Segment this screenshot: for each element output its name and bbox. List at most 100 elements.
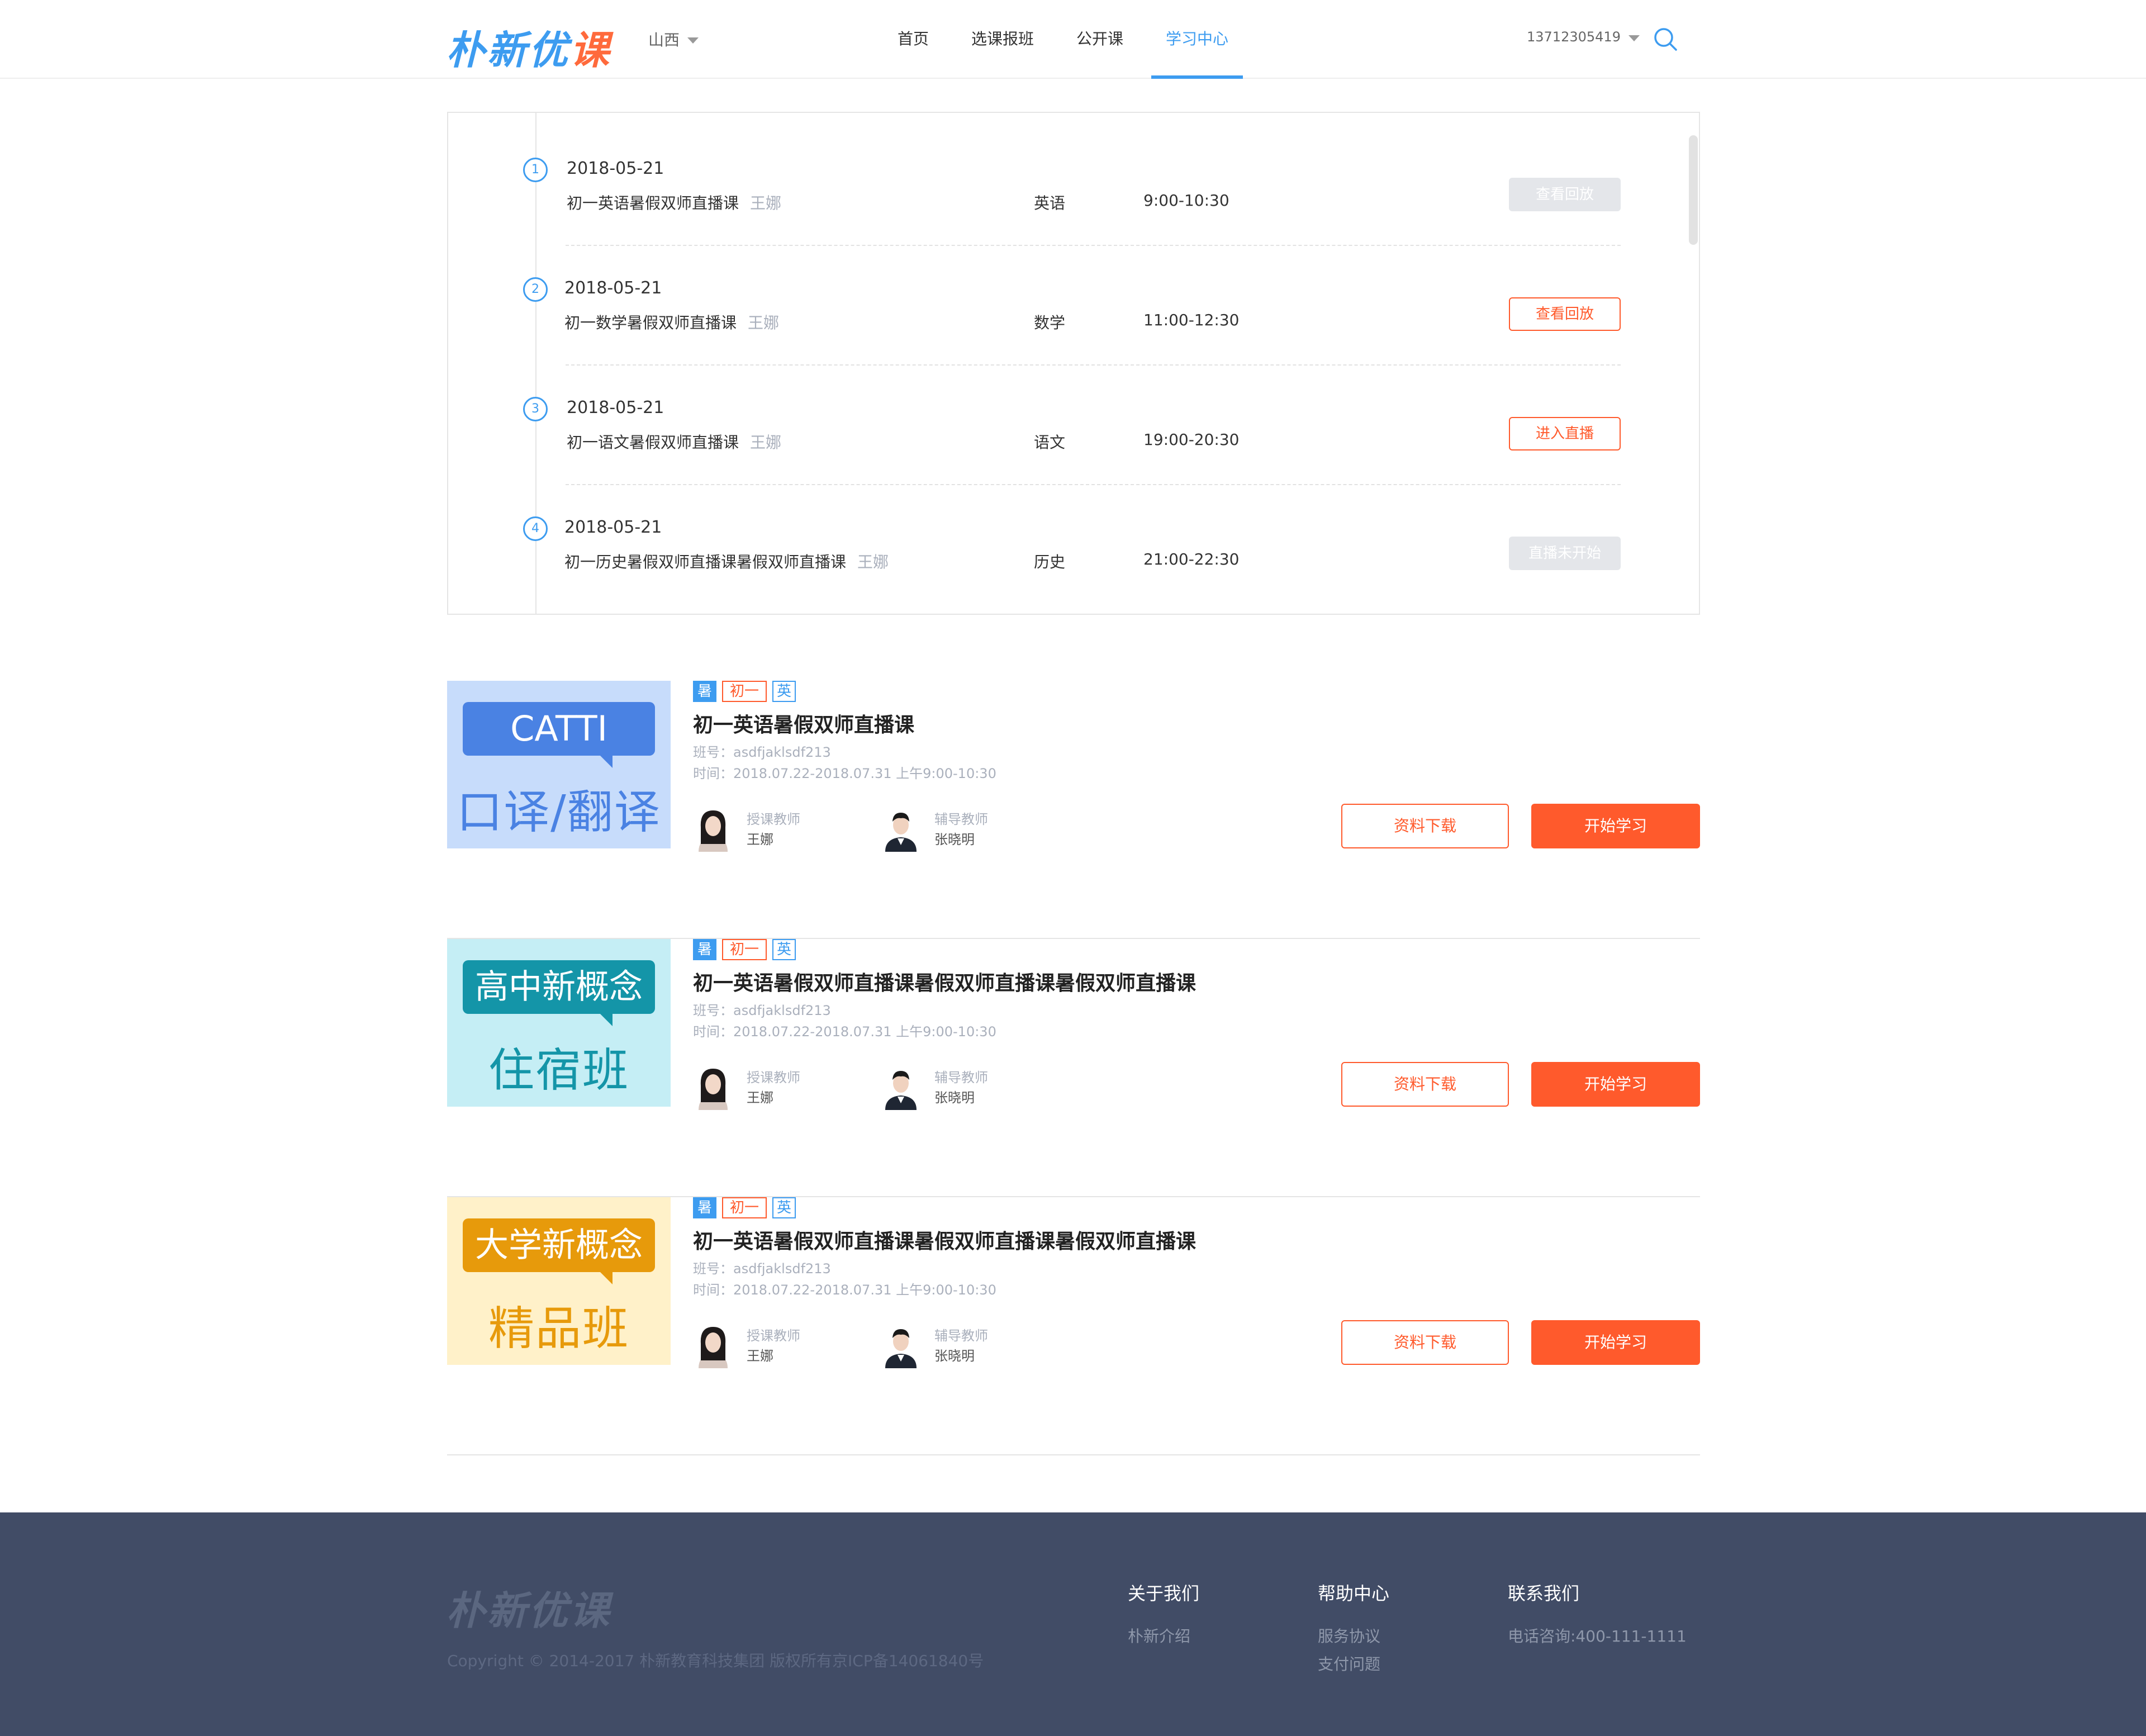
tag-subject: 英 bbox=[772, 681, 796, 702]
course-tags: 暑 初一 英 bbox=[693, 681, 801, 702]
course-card: 大学新概念 精品班 暑 初一 英 初一英语暑假双师直播课暑假双师直播课暑假双师直… bbox=[447, 1197, 1700, 1455]
tutor-name: 张晓明 bbox=[934, 1090, 975, 1106]
step-number: 3 bbox=[523, 397, 548, 421]
footer-help-title: 帮助中心 bbox=[1318, 1583, 1390, 1604]
footer-link-intro[interactable]: 朴新介绍 bbox=[1128, 1624, 1199, 1647]
class-number: 班号：asdfjaklsdf213 bbox=[693, 1261, 831, 1277]
course-title[interactable]: 初一英语暑假双师直播课暑假双师直播课暑假双师直播课 bbox=[693, 967, 1196, 996]
avatar bbox=[693, 805, 733, 852]
view-replay-button[interactable]: 查看回放 bbox=[1509, 297, 1621, 331]
course-thumbnail[interactable]: 大学新概念 精品班 bbox=[447, 1197, 671, 1365]
footer-about: 关于我们 朴新介绍 bbox=[1128, 1580, 1199, 1652]
step-number: 2 bbox=[523, 277, 548, 302]
course-thumbnail[interactable]: CATTI 口译/翻译 bbox=[447, 681, 671, 848]
schedule-teacher: 王娜 bbox=[857, 553, 889, 571]
download-materials-button[interactable]: 资料下载 bbox=[1341, 1320, 1509, 1365]
footer-contact-title: 联系我们 bbox=[1508, 1583, 1580, 1604]
schedule-row: 3 2018-05-21 初一语文暑假双师直播课 王娜 语文 19:00-20:3… bbox=[448, 391, 1699, 511]
nav-home[interactable]: 首页 bbox=[883, 0, 943, 79]
nav-open-class[interactable]: 公开课 bbox=[1062, 0, 1138, 79]
footer-link-payment[interactable]: 支付问题 bbox=[1318, 1652, 1389, 1675]
nav-course-selection[interactable]: 选课报班 bbox=[957, 0, 1048, 79]
thumbnail-bubble: 高中新概念 bbox=[463, 960, 655, 1014]
tutor-role: 辅导教师 bbox=[934, 1328, 988, 1344]
schedule-title: 初一语文暑假双师直播课 王娜 bbox=[567, 433, 782, 452]
user-account-menu[interactable]: 13712305419 bbox=[1527, 29, 1640, 45]
tag-summer: 暑 bbox=[693, 1197, 717, 1218]
download-materials-button[interactable]: 资料下载 bbox=[1341, 1062, 1509, 1107]
schedule-subject: 数学 bbox=[1034, 314, 1066, 332]
city-selector[interactable]: 山西 bbox=[648, 28, 699, 50]
tag-summer: 暑 bbox=[693, 681, 717, 702]
teacher-name: 王娜 bbox=[747, 832, 773, 847]
divider bbox=[566, 245, 1621, 246]
footer-about-title: 关于我们 bbox=[1128, 1583, 1200, 1604]
teacher-role: 授课教师 bbox=[747, 812, 800, 827]
course-thumbnail[interactable]: 高中新概念 住宿班 bbox=[447, 939, 671, 1107]
footer-link-terms[interactable]: 服务协议 bbox=[1318, 1624, 1389, 1647]
schedule-row: 4 2018-05-21 初一历史暑假双师直播课暑假双师直播课 王娜 历史 21:… bbox=[448, 511, 1699, 614]
search-icon[interactable] bbox=[1653, 27, 1678, 51]
tutor-name: 张晓明 bbox=[934, 1348, 975, 1364]
enter-live-button[interactable]: 进入直播 bbox=[1509, 417, 1621, 450]
course-time: 时间：2018.07.22-2018.07.31 上午9:00-10:30 bbox=[693, 1024, 996, 1040]
schedule-title: 初一数学暑假双师直播课 王娜 bbox=[564, 314, 780, 332]
footer-logo: 朴新优课 bbox=[446, 1588, 611, 1634]
user-phone: 13712305419 bbox=[1527, 29, 1621, 45]
schedule-time: 11:00-12:30 bbox=[1143, 311, 1240, 329]
step-number: 4 bbox=[523, 516, 548, 541]
tutor-role: 辅导教师 bbox=[934, 812, 988, 827]
teacher-role: 授课教师 bbox=[747, 1328, 800, 1344]
schedule-date: 2018-05-21 bbox=[567, 398, 664, 418]
thumbnail-bubble: CATTI bbox=[463, 702, 655, 756]
schedule-subject: 历史 bbox=[1034, 553, 1066, 571]
teacher-name: 王娜 bbox=[747, 1090, 773, 1106]
start-learning-button[interactable]: 开始学习 bbox=[1531, 1320, 1700, 1365]
page-footer: 朴新优课 Copyright © 2014-2017 朴新教育科技集团 版权所有… bbox=[0, 1512, 2146, 1736]
tutor-name: 张晓明 bbox=[934, 832, 975, 847]
live-not-started-button[interactable]: 直播未开始 bbox=[1509, 537, 1621, 570]
thumbnail-subtitle: 精品班 bbox=[488, 1302, 629, 1355]
tag-grade: 初一 bbox=[722, 1197, 767, 1218]
class-number: 班号：asdfjaklsdf213 bbox=[693, 744, 831, 760]
brand-logo[interactable]: 朴新优课 bbox=[446, 19, 611, 75]
schedule-date: 2018-05-21 bbox=[564, 518, 662, 537]
avatar bbox=[881, 1321, 921, 1368]
copyright-text: Copyright © 2014-2017 朴新教育科技集团 版权所有京ICP备… bbox=[447, 1652, 984, 1670]
avatar bbox=[693, 1063, 733, 1110]
schedule-row: 1 2018-05-21 初一英语暑假双师直播课 王娜 英语 9:00-10:30… bbox=[448, 152, 1699, 272]
top-header: 朴新优课 山西 首页 选课报班 公开课 学习中心 13712305419 bbox=[0, 0, 2146, 79]
teacher-name: 王娜 bbox=[747, 1348, 773, 1364]
divider bbox=[566, 484, 1621, 485]
course-time: 时间：2018.07.22-2018.07.31 上午9:00-10:30 bbox=[693, 766, 996, 781]
schedule-subject: 语文 bbox=[1034, 433, 1066, 452]
class-number: 班号：asdfjaklsdf213 bbox=[693, 1003, 831, 1018]
tag-subject: 英 bbox=[772, 1197, 796, 1218]
start-learning-button[interactable]: 开始学习 bbox=[1531, 804, 1700, 848]
start-learning-button[interactable]: 开始学习 bbox=[1531, 1062, 1700, 1107]
thumbnail-bubble: 大学新概念 bbox=[463, 1218, 655, 1272]
chevron-down-icon bbox=[1628, 35, 1640, 41]
download-materials-button[interactable]: 资料下载 bbox=[1341, 804, 1509, 848]
nav-learning-center[interactable]: 学习中心 bbox=[1151, 0, 1243, 79]
schedule-date: 2018-05-21 bbox=[564, 278, 662, 298]
schedule-time: 21:00-22:30 bbox=[1143, 550, 1240, 568]
course-title[interactable]: 初一英语暑假双师直播课暑假双师直播课暑假双师直播课 bbox=[693, 1225, 1196, 1254]
view-replay-button[interactable]: 查看回放 bbox=[1509, 178, 1621, 211]
course-title[interactable]: 初一英语暑假双师直播课 bbox=[693, 709, 914, 738]
tutor-role: 辅导教师 bbox=[934, 1070, 988, 1085]
course-time: 时间：2018.07.22-2018.07.31 上午9:00-10:30 bbox=[693, 1282, 996, 1298]
schedule-time: 9:00-10:30 bbox=[1143, 191, 1229, 210]
footer-phone: 电话咨询:400-111-1111 bbox=[1508, 1627, 1687, 1645]
step-number: 1 bbox=[523, 158, 548, 182]
avatar bbox=[881, 1063, 921, 1110]
tag-grade: 初一 bbox=[722, 939, 767, 960]
avatar bbox=[693, 1321, 733, 1368]
schedule-date: 2018-05-21 bbox=[567, 159, 664, 178]
thumbnail-subtitle: 口译/翻译 bbox=[457, 786, 661, 839]
live-schedule-panel: 1 2018-05-21 初一英语暑假双师直播课 王娜 英语 9:00-10:30… bbox=[447, 112, 1700, 615]
course-card: 高中新概念 住宿班 暑 初一 英 初一英语暑假双师直播课暑假双师直播课暑假双师直… bbox=[447, 939, 1700, 1197]
divider bbox=[566, 364, 1621, 366]
course-tags: 暑 初一 英 bbox=[693, 1197, 801, 1218]
thumbnail-subtitle: 住宿班 bbox=[488, 1044, 629, 1097]
